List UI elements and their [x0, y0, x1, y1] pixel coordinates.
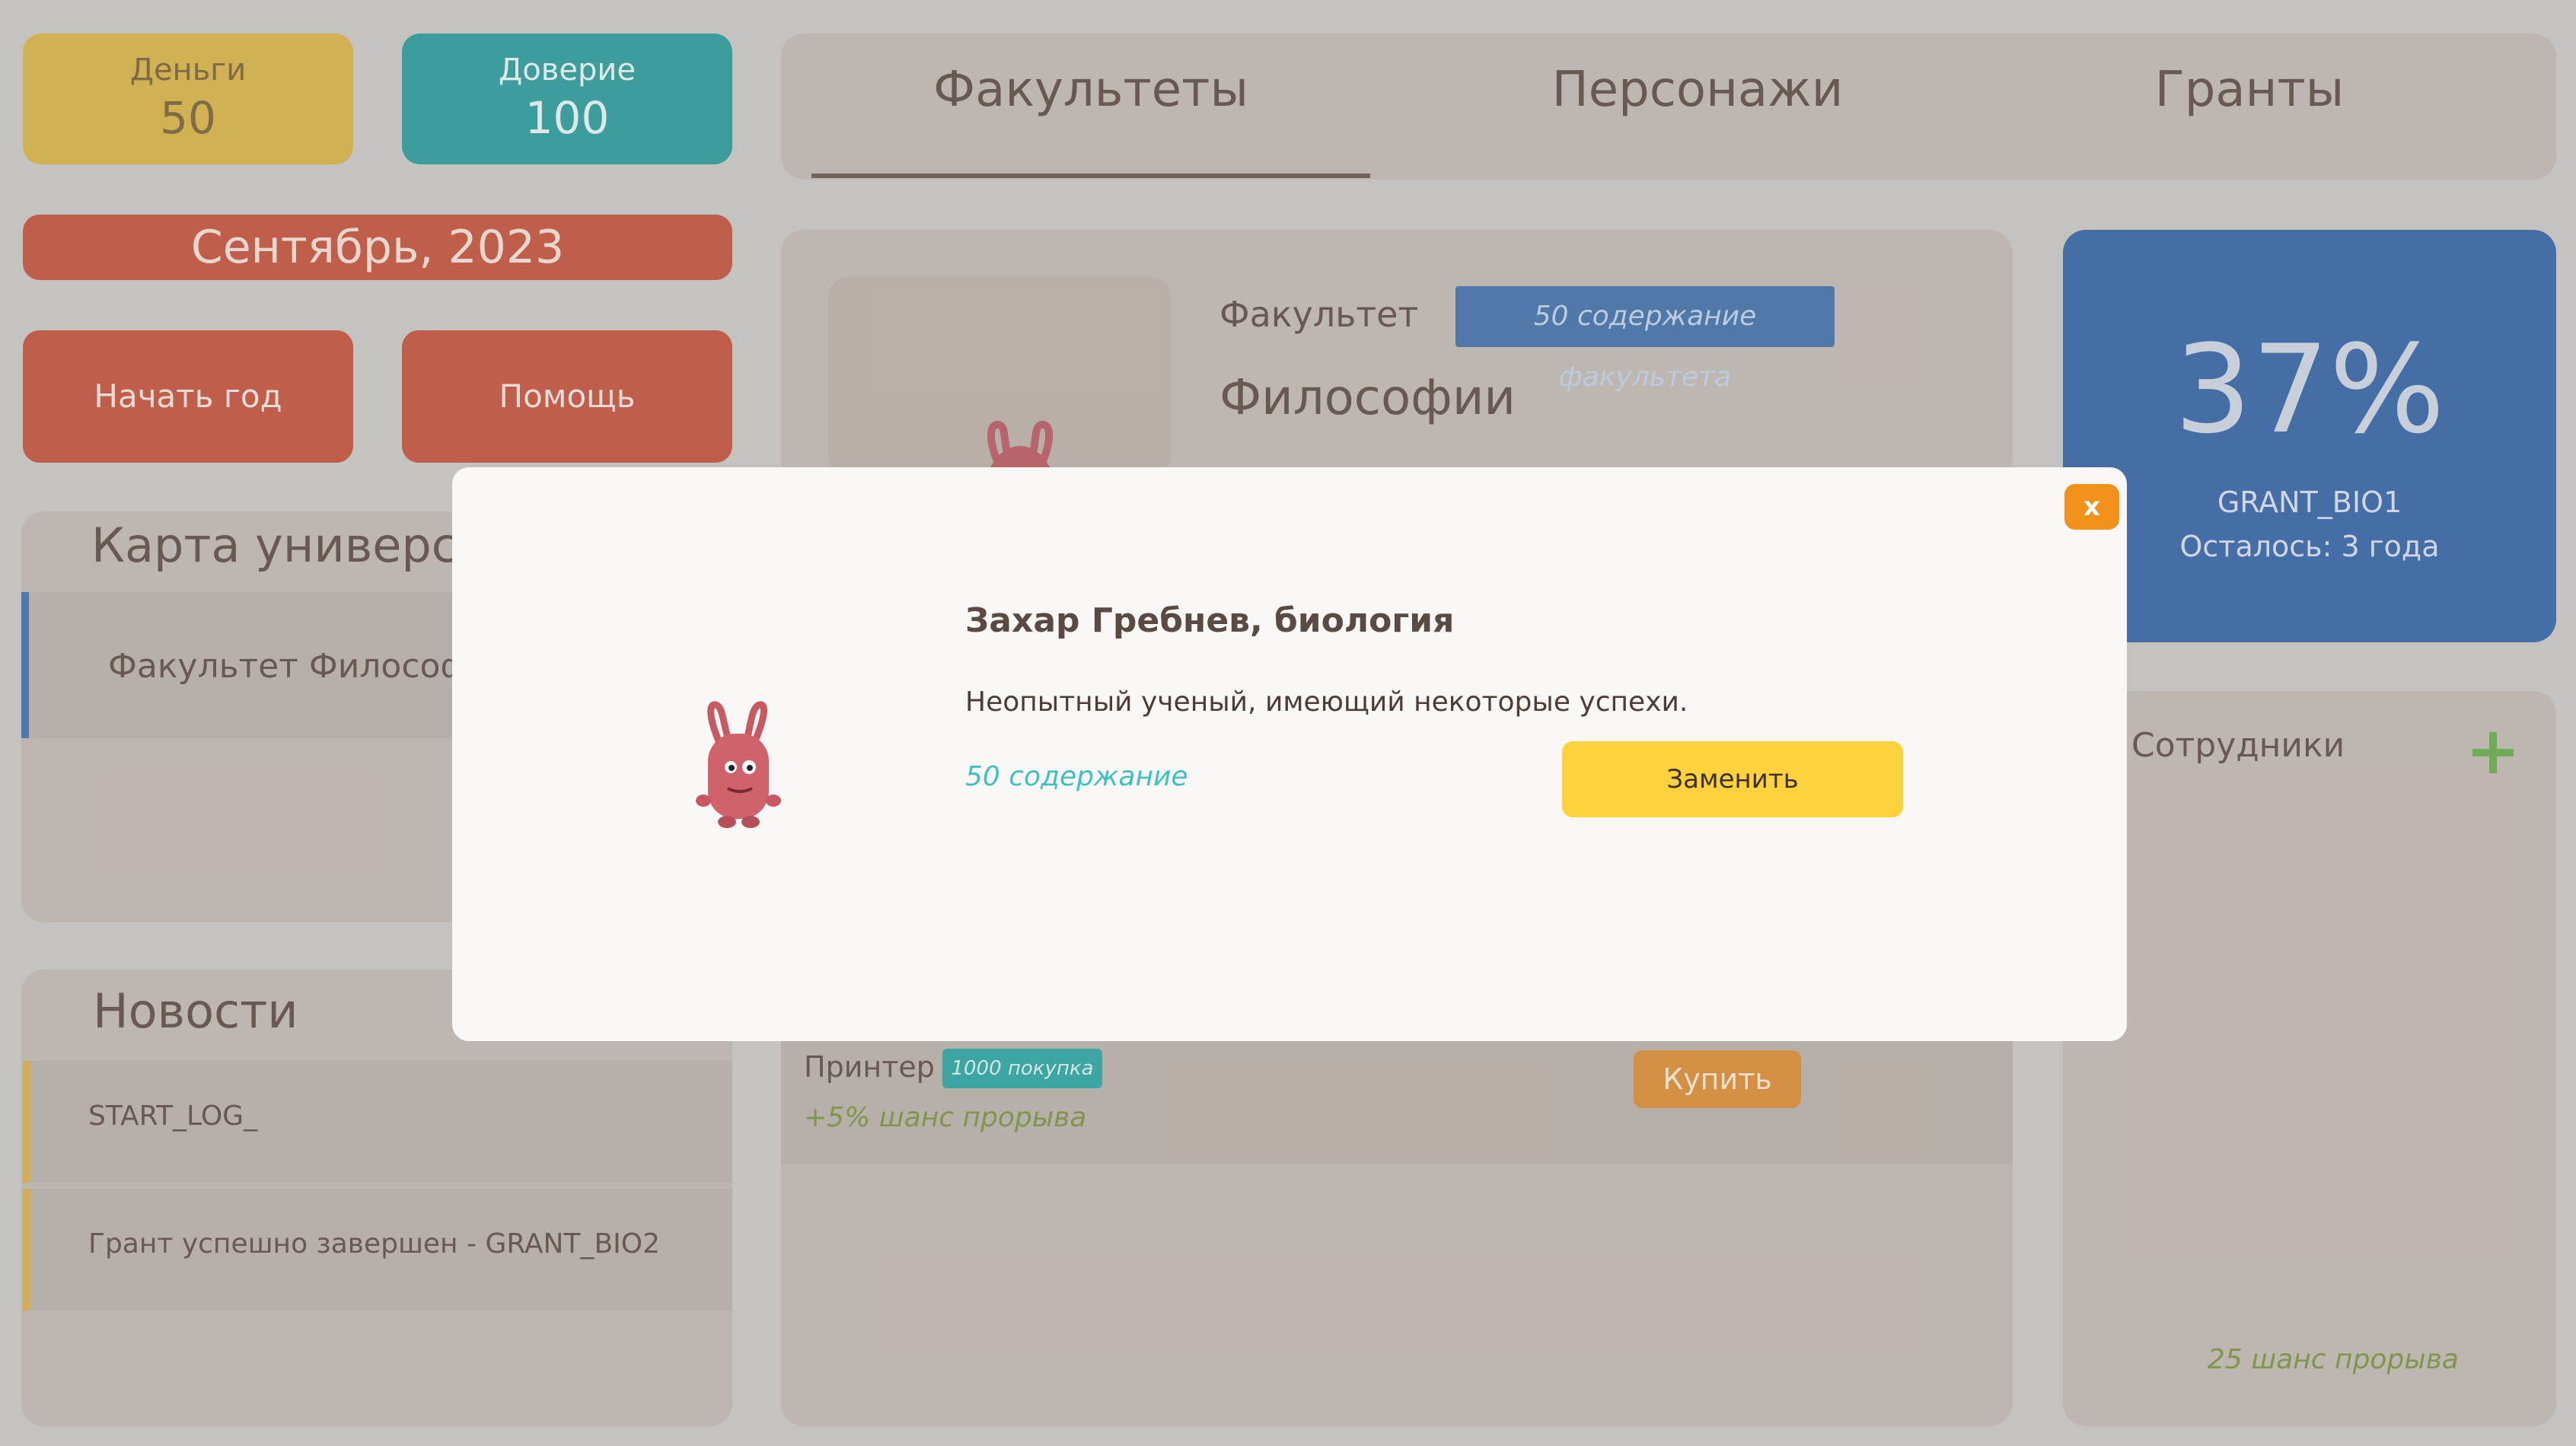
- character-name: Захар Гребнев, биология: [965, 601, 1455, 640]
- pink-monster-icon: [685, 694, 792, 831]
- close-icon[interactable]: x: [2064, 484, 2119, 530]
- character-description: Неопытный ученый, имеющий некоторые успе…: [965, 686, 1688, 718]
- replace-button[interactable]: Заменить: [1562, 741, 1903, 817]
- character-upkeep: 50 содержание: [965, 761, 1188, 792]
